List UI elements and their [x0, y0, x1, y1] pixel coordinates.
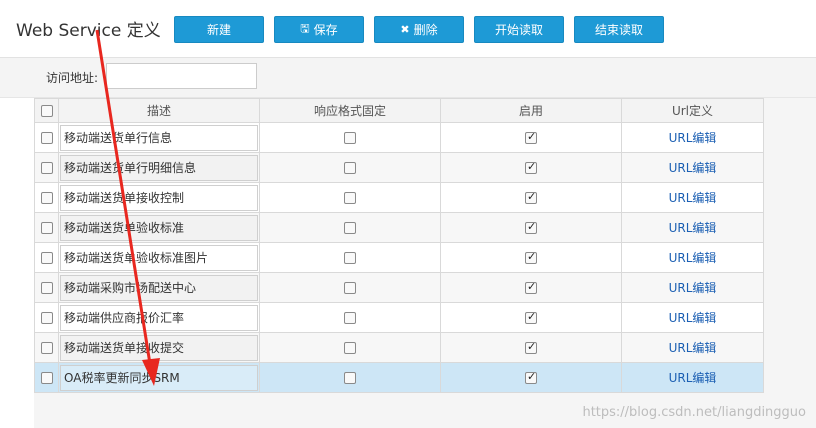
address-bar: 访问地址: [0, 58, 816, 98]
column-header-url: Url定义 [621, 98, 764, 123]
table-row[interactable]: 移动端送货单接收提交 URL编辑 [34, 332, 764, 363]
enabled-checkbox[interactable] [525, 250, 537, 264]
description-field[interactable]: 移动端送货单验收标准 [60, 214, 258, 241]
description-field[interactable]: 移动端采购市场配送中心 [60, 274, 258, 301]
column-header-desc: 描述 [58, 98, 260, 123]
fixed-format-checkbox[interactable] [344, 252, 356, 264]
fixed-format-checkbox[interactable] [344, 372, 356, 384]
delete-button-label: 删除 [413, 23, 438, 37]
row-checkbox[interactable] [40, 252, 53, 264]
watermark: https://blog.csdn.net/liangdingguo [582, 405, 806, 420]
url-edit-link[interactable]: URL编辑 [669, 161, 717, 175]
enabled-checkbox[interactable] [525, 340, 537, 354]
url-edit-link[interactable]: URL编辑 [669, 341, 717, 355]
table-row[interactable]: 移动端送货单验收标准图片 URL编辑 [34, 242, 764, 273]
page-title: Web Service 定义 [16, 21, 161, 41]
save-icon: 🖫 [300, 22, 310, 35]
table-header-row: 描述 响应格式固定 启用 Url定义 [34, 98, 764, 123]
start-read-button[interactable]: 开始读取 [474, 16, 564, 43]
url-edit-link[interactable]: URL编辑 [669, 311, 717, 325]
fixed-format-checkbox[interactable] [344, 192, 356, 204]
enabled-checkbox[interactable] [525, 280, 537, 294]
select-all-cell [34, 98, 59, 123]
fixed-format-checkbox[interactable] [344, 162, 356, 174]
fixed-format-checkbox[interactable] [344, 312, 356, 324]
table-row[interactable]: 移动端送货单验收标准 URL编辑 [34, 212, 764, 243]
select-all-checkbox[interactable] [40, 105, 53, 117]
end-read-label: 结束读取 [594, 23, 643, 37]
row-checkbox[interactable] [40, 132, 53, 144]
description-field[interactable]: 移动端供应商报价汇率 [60, 304, 258, 331]
enabled-checkbox[interactable] [525, 130, 537, 144]
table-row[interactable]: 移动端供应商报价汇率 URL编辑 [34, 302, 764, 333]
url-edit-link[interactable]: URL编辑 [669, 281, 717, 295]
description-field[interactable]: 移动端送货单接收提交 [60, 334, 258, 361]
table-row[interactable]: 移动端送货单行信息 URL编辑 [34, 122, 764, 153]
description-field[interactable]: OA税率更新同步SRM [60, 364, 258, 391]
table-row-selected[interactable]: OA税率更新同步SRM URL编辑 [34, 362, 764, 393]
row-checkbox[interactable] [40, 342, 53, 354]
enabled-checkbox[interactable] [525, 370, 537, 384]
toolbar-header: Web Service 定义 新建 🖫 保存 ✖ 删除 开始读取 结束读取 [0, 0, 816, 58]
url-edit-link[interactable]: URL编辑 [669, 191, 717, 205]
description-field[interactable]: 移动端送货单行信息 [60, 124, 258, 151]
column-header-fixed: 响应格式固定 [259, 98, 441, 123]
row-checkbox[interactable] [40, 372, 53, 384]
service-table: 描述 响应格式固定 启用 Url定义 移动端送货单行信息 URL编辑 移动端送货… [34, 98, 764, 393]
row-checkbox[interactable] [40, 312, 53, 324]
new-button[interactable]: 新建 [174, 16, 264, 43]
address-input[interactable] [106, 63, 257, 89]
column-header-enabled: 启用 [440, 98, 622, 123]
row-checkbox[interactable] [40, 162, 53, 174]
fixed-format-checkbox[interactable] [344, 132, 356, 144]
row-checkbox[interactable] [40, 222, 53, 234]
enabled-checkbox[interactable] [525, 160, 537, 174]
fixed-format-checkbox[interactable] [344, 282, 356, 294]
enabled-checkbox[interactable] [525, 190, 537, 204]
enabled-checkbox[interactable] [525, 220, 537, 234]
table-row[interactable]: 移动端送货单行明细信息 URL编辑 [34, 152, 764, 183]
fixed-format-checkbox[interactable] [344, 222, 356, 234]
enabled-checkbox[interactable] [525, 310, 537, 324]
url-edit-link[interactable]: URL编辑 [669, 251, 717, 265]
fixed-format-checkbox[interactable] [344, 342, 356, 354]
start-read-label: 开始读取 [494, 23, 543, 37]
url-edit-link[interactable]: URL编辑 [669, 131, 717, 145]
url-edit-link[interactable]: URL编辑 [669, 371, 717, 385]
description-field[interactable]: 移动端送货单验收标准图片 [60, 244, 258, 271]
delete-button[interactable]: ✖ 删除 [374, 16, 464, 43]
save-button-label: 保存 [313, 23, 338, 37]
address-label: 访问地址: [46, 71, 99, 85]
table-row[interactable]: 移动端采购市场配送中心 URL编辑 [34, 272, 764, 303]
end-read-button[interactable]: 结束读取 [574, 16, 664, 43]
save-button[interactable]: 🖫 保存 [274, 16, 364, 43]
row-checkbox[interactable] [40, 282, 53, 294]
description-field[interactable]: 移动端送货单接收控制 [60, 184, 258, 211]
table-row[interactable]: 移动端送货单接收控制 URL编辑 [34, 182, 764, 213]
url-edit-link[interactable]: URL编辑 [669, 221, 717, 235]
description-field[interactable]: 移动端送货单行明细信息 [60, 154, 258, 181]
new-button-label: 新建 [206, 23, 231, 37]
row-checkbox[interactable] [40, 192, 53, 204]
close-icon: ✖ [400, 23, 410, 36]
